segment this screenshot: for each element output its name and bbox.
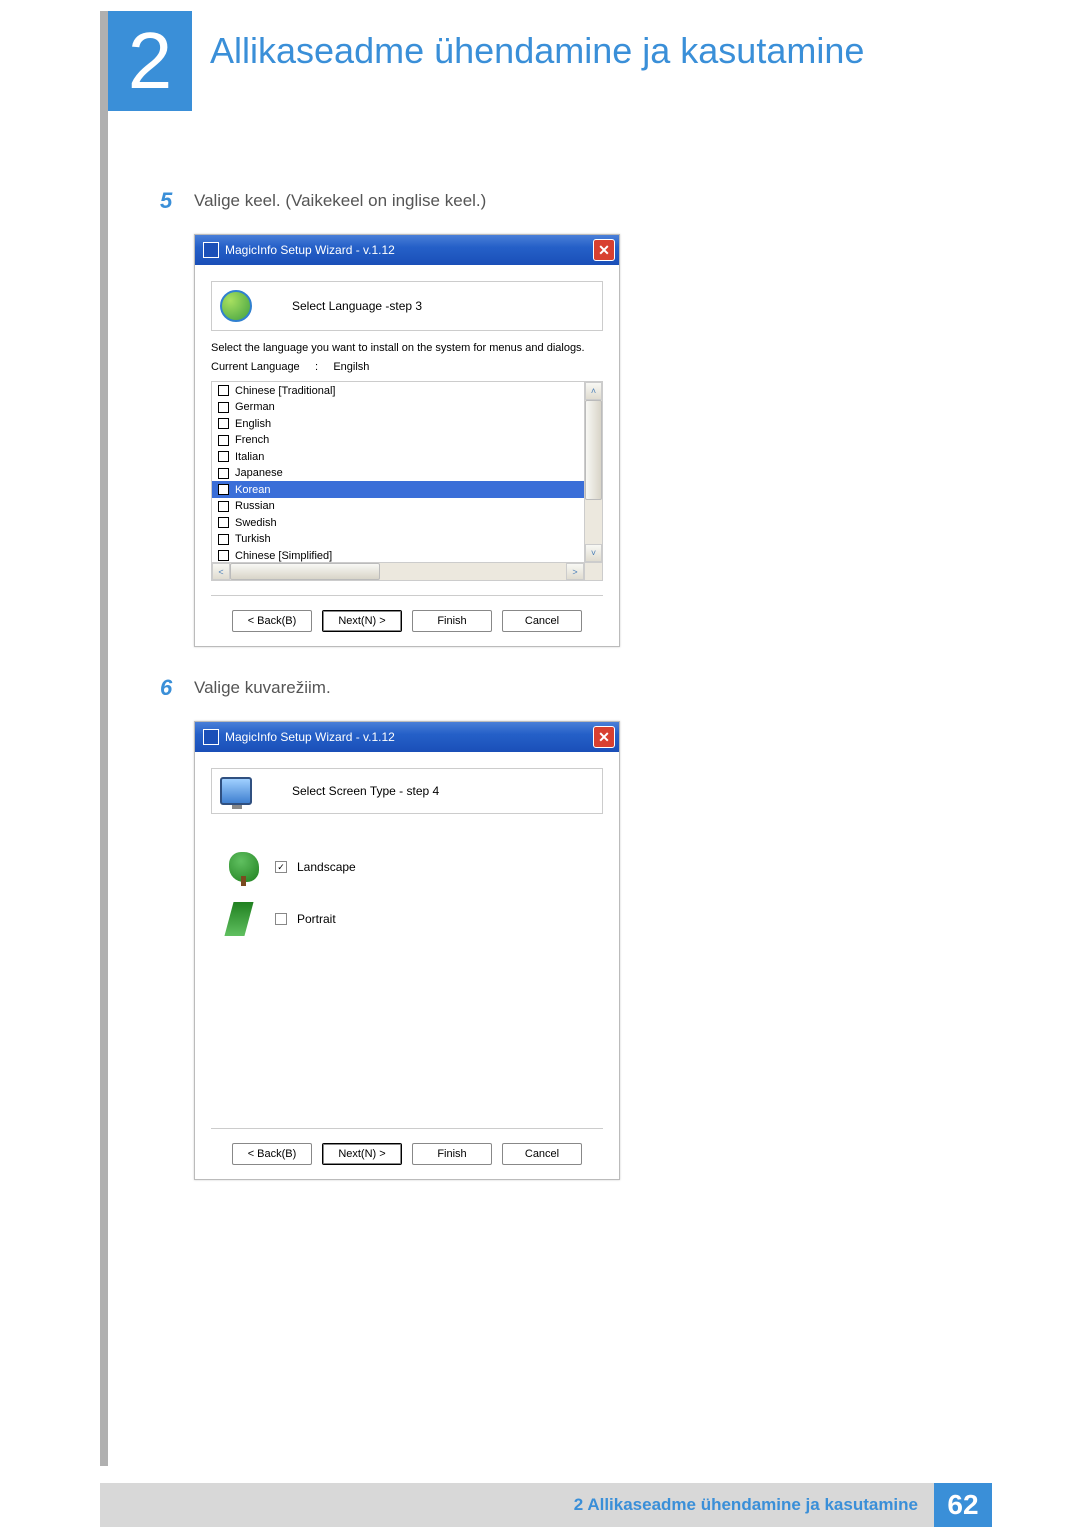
lang-label: Japanese: [235, 467, 283, 479]
list-item[interactable]: English: [212, 415, 584, 432]
cur-lang-value: Engilsh: [333, 361, 369, 373]
wizard1-step-header: Select Language -step 3: [211, 281, 603, 331]
lang-label: Swedish: [235, 517, 277, 529]
list-item[interactable]: Chinese [Traditional]: [212, 382, 584, 399]
landscape-option[interactable]: ✓ Landscape: [229, 852, 593, 882]
step-6-number: 6: [160, 675, 194, 701]
page-footer: 2 Allikaseadme ühendamine ja kasutamine …: [0, 1483, 1080, 1527]
wizard2-button-row: < Back(B) Next(N) > Finish Cancel: [211, 1139, 603, 1169]
lang-label: Russian: [235, 500, 275, 512]
landscape-checkbox[interactable]: ✓: [275, 861, 287, 873]
close-icon[interactable]: ✕: [593, 726, 615, 748]
page-title: Allikaseadme ühendamine ja kasutamine: [210, 30, 864, 72]
vertical-scrollbar[interactable]: ˄ ˅: [584, 382, 602, 562]
scroll-left-icon[interactable]: ˂: [212, 563, 230, 580]
checkbox-icon[interactable]: [218, 451, 229, 462]
scroll-corner: [584, 562, 602, 580]
list-item-selected[interactable]: Korean: [212, 481, 584, 498]
current-language-row: Current Language : Engilsh: [211, 361, 603, 373]
list-item[interactable]: Russian: [212, 498, 584, 515]
list-item[interactable]: German: [212, 399, 584, 416]
horizontal-scrollbar[interactable]: ˂ ˃: [212, 562, 584, 580]
lang-label: Korean: [235, 484, 270, 496]
checkbox-icon[interactable]: [218, 418, 229, 429]
divider: [211, 595, 603, 596]
checkbox-icon[interactable]: [218, 534, 229, 545]
lang-label: Italian: [235, 451, 264, 463]
checkbox-icon[interactable]: [218, 385, 229, 396]
back-button[interactable]: < Back(B): [232, 610, 312, 632]
lang-label: German: [235, 401, 275, 413]
checkbox-icon[interactable]: [218, 501, 229, 512]
back-button[interactable]: < Back(B): [232, 1143, 312, 1165]
check-mark-icon: ✓: [277, 862, 285, 873]
cancel-button[interactable]: Cancel: [502, 1143, 582, 1165]
step-5-number: 5: [160, 188, 194, 214]
chapter-number: 2: [128, 15, 173, 107]
wizard1-button-row: < Back(B) Next(N) > Finish Cancel: [211, 606, 603, 636]
scroll-right-icon[interactable]: ˃: [566, 563, 584, 580]
list-item[interactable]: Swedish: [212, 514, 584, 531]
step-5-text: Valige keel. (Vaikekeel on inglise keel.…: [194, 188, 486, 214]
next-button[interactable]: Next(N) >: [322, 610, 402, 632]
landscape-label: Landscape: [297, 860, 356, 874]
scroll-thumb[interactable]: [230, 563, 380, 580]
checkbox-icon[interactable]: [218, 402, 229, 413]
checkbox-icon[interactable]: [218, 484, 229, 495]
portrait-label: Portrait: [297, 912, 336, 926]
list-item[interactable]: Italian: [212, 448, 584, 465]
step-6: 6 Valige kuvarežiim.: [160, 675, 980, 701]
footer-page-number: 62: [934, 1483, 992, 1527]
lang-label: Turkish: [235, 533, 271, 545]
wizard-language: MagicInfo Setup Wizard - v.1.12 ✕ Select…: [194, 234, 620, 647]
portrait-checkbox[interactable]: [275, 913, 287, 925]
scroll-thumb[interactable]: [585, 400, 602, 500]
wizard2-titlebar: MagicInfo Setup Wizard - v.1.12 ✕: [195, 722, 619, 752]
wizard-app-icon: [203, 729, 219, 745]
scroll-up-icon[interactable]: ˄: [585, 382, 602, 400]
wizard1-instruction: Select the language you want to install …: [211, 341, 603, 355]
footer-chapter-label: 2 Allikaseadme ühendamine ja kasutamine: [100, 1483, 934, 1527]
list-item[interactable]: Japanese: [212, 465, 584, 482]
cur-lang-sep: :: [315, 361, 318, 373]
next-button[interactable]: Next(N) >: [322, 1143, 402, 1165]
wizard-screen-type: MagicInfo Setup Wizard - v.1.12 ✕ Select…: [194, 721, 620, 1180]
wizard2-header-text: Select Screen Type - step 4: [292, 784, 439, 798]
step-6-text: Valige kuvarežiim.: [194, 675, 331, 701]
wizard1-title: MagicInfo Setup Wizard - v.1.12: [225, 243, 395, 257]
wizard1-header-text: Select Language -step 3: [292, 299, 422, 313]
checkbox-icon[interactable]: [218, 550, 229, 561]
close-icon[interactable]: ✕: [593, 239, 615, 261]
lang-label: Chinese [Simplified]: [235, 550, 332, 562]
wizard1-titlebar: MagicInfo Setup Wizard - v.1.12 ✕: [195, 235, 619, 265]
portrait-option[interactable]: Portrait: [229, 902, 593, 936]
lang-label: English: [235, 418, 271, 430]
checkbox-icon[interactable]: [218, 435, 229, 446]
list-item[interactable]: French: [212, 432, 584, 449]
cur-lang-label: Current Language: [211, 361, 300, 373]
step-5: 5 Valige keel. (Vaikekeel on inglise kee…: [160, 188, 980, 214]
globe-icon: [220, 290, 252, 322]
language-listbox[interactable]: Chinese [Traditional] German English Fre…: [211, 381, 603, 581]
left-sidebar: [100, 11, 108, 1466]
finish-button[interactable]: Finish: [412, 1143, 492, 1165]
monitor-icon: [220, 777, 252, 805]
lang-label: French: [235, 434, 269, 446]
wizard2-title: MagicInfo Setup Wizard - v.1.12: [225, 730, 395, 744]
scroll-down-icon[interactable]: ˅: [585, 544, 602, 562]
wizard-app-icon: [203, 242, 219, 258]
wizard2-step-header: Select Screen Type - step 4: [211, 768, 603, 814]
checkbox-icon[interactable]: [218, 517, 229, 528]
list-item[interactable]: Turkish: [212, 531, 584, 548]
lang-label: Chinese [Traditional]: [235, 385, 335, 397]
cancel-button[interactable]: Cancel: [502, 610, 582, 632]
tree-portrait-icon: [224, 902, 253, 936]
divider: [211, 1128, 603, 1129]
checkbox-icon[interactable]: [218, 468, 229, 479]
chapter-number-box: 2: [108, 11, 192, 111]
finish-button[interactable]: Finish: [412, 610, 492, 632]
list-item[interactable]: Chinese [Simplified]: [212, 547, 584, 562]
tree-landscape-icon: [229, 852, 259, 882]
